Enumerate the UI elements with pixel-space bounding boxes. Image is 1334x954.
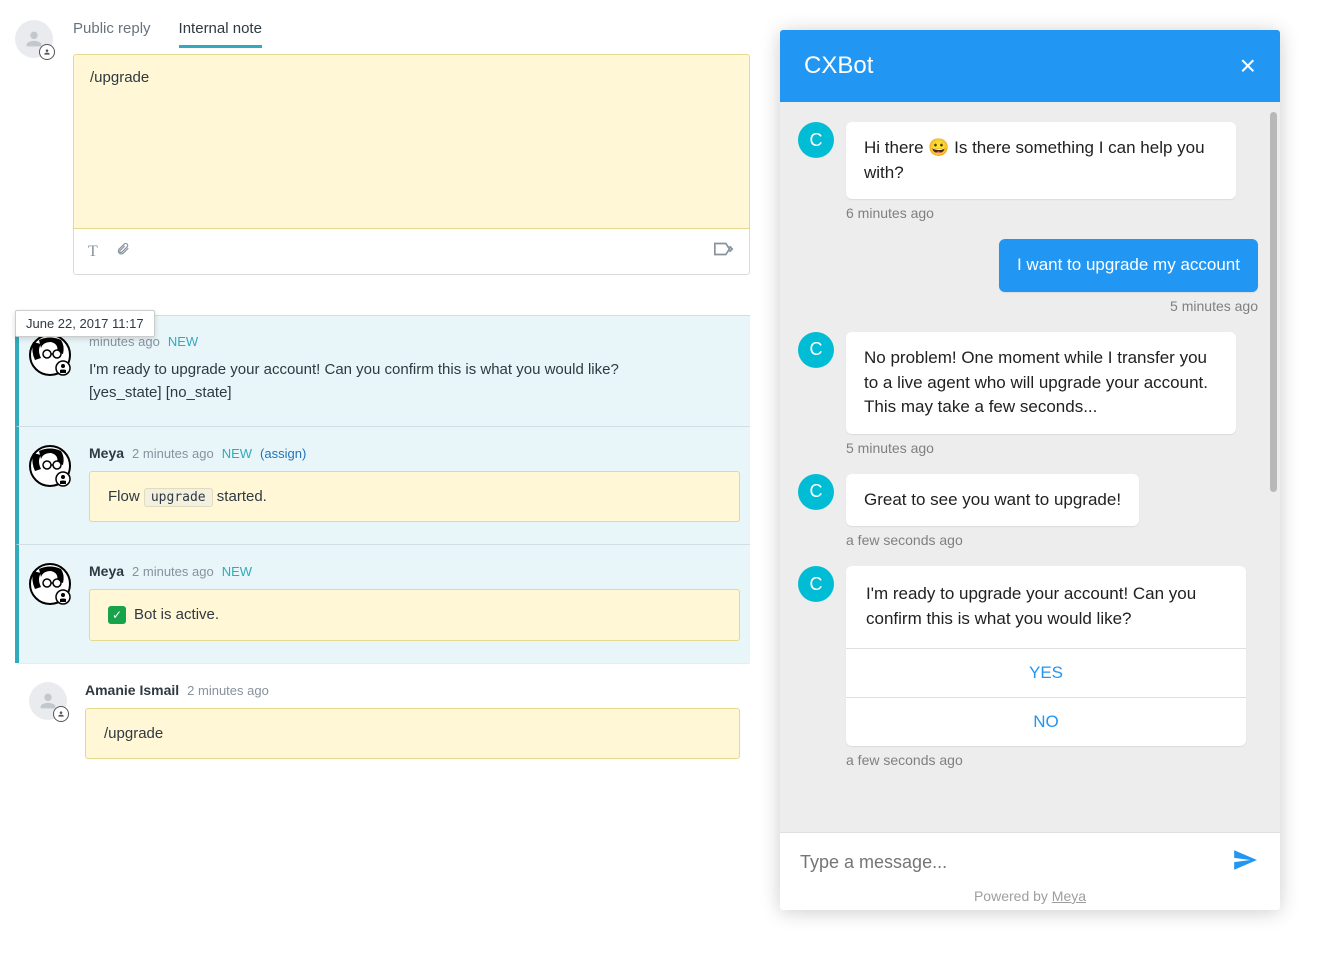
entry-author: Meya bbox=[89, 563, 124, 579]
user-badge-icon bbox=[53, 706, 69, 722]
meya-avatar bbox=[29, 445, 71, 487]
message-time: 5 minutes ago bbox=[798, 298, 1258, 314]
chat-message-bot: C Great to see you want to upgrade! bbox=[798, 474, 1272, 527]
chat-message-bot: C No problem! One moment while I transfe… bbox=[798, 332, 1272, 434]
message-card: I'm ready to upgrade your account! Can y… bbox=[846, 566, 1246, 745]
conversation-log: June 22, 2017 11:17 minutes ago NEW I'm … bbox=[15, 315, 750, 781]
card-no-button[interactable]: NO bbox=[846, 697, 1246, 746]
entry-author: Meya bbox=[89, 445, 124, 461]
composer-tabs: Public reply Internal note bbox=[73, 20, 750, 48]
internal-note: /upgrade bbox=[85, 708, 740, 759]
entry-author: Amanie Ismail bbox=[85, 682, 179, 698]
tab-public-reply[interactable]: Public reply bbox=[73, 20, 151, 48]
entry-time: 2 minutes ago bbox=[187, 683, 269, 698]
attachment-icon[interactable] bbox=[116, 240, 130, 263]
message-time: 6 minutes ago bbox=[846, 205, 1272, 221]
agent-avatar bbox=[15, 20, 53, 58]
message-bubble: I want to upgrade my account bbox=[999, 239, 1258, 292]
internal-note: ✓Bot is active. bbox=[89, 589, 740, 641]
message-time: a few seconds ago bbox=[846, 752, 1272, 768]
scrollbar[interactable] bbox=[1270, 112, 1277, 492]
new-tag: NEW bbox=[222, 564, 252, 579]
entry-time: 2 minutes ago bbox=[132, 446, 214, 461]
new-tag: NEW bbox=[168, 334, 198, 349]
card-text: I'm ready to upgrade your account! Can y… bbox=[846, 566, 1246, 647]
chat-title: CXBot bbox=[804, 52, 873, 80]
chat-message-bot: C Hi there 😀 Is there something I can he… bbox=[798, 122, 1272, 199]
user-avatar bbox=[29, 682, 67, 720]
chat-widget: CXBot × C Hi there 😀 Is there something … bbox=[780, 30, 1280, 910]
bot-avatar: C bbox=[798, 566, 834, 602]
chat-footer: Powered by Meya bbox=[780, 832, 1280, 910]
chat-message-card: C I'm ready to upgrade your account! Can… bbox=[798, 566, 1272, 745]
composer: Public reply Internal note /upgrade T bbox=[15, 20, 750, 275]
message-bubble: Great to see you want to upgrade! bbox=[846, 474, 1139, 527]
chat-body[interactable]: C Hi there 😀 Is there something I can he… bbox=[780, 102, 1280, 832]
agent-badge-icon bbox=[39, 44, 55, 60]
send-icon[interactable] bbox=[1230, 847, 1260, 878]
message-bubble: No problem! One moment while I transfer … bbox=[846, 332, 1236, 434]
tab-internal-note[interactable]: Internal note bbox=[179, 20, 262, 48]
meya-link[interactable]: Meya bbox=[1052, 888, 1086, 904]
timestamp-tooltip: June 22, 2017 11:17 bbox=[15, 310, 155, 337]
log-entry: June 22, 2017 11:17 minutes ago NEW I'm … bbox=[15, 315, 750, 427]
text-format-icon[interactable]: T bbox=[88, 243, 98, 261]
chat-message-user: I want to upgrade my account bbox=[798, 239, 1272, 292]
log-entry: Amanie Ismail 2 minutes ago /upgrade bbox=[15, 663, 750, 781]
internal-note: Flow upgrade started. bbox=[89, 471, 740, 522]
check-icon: ✓ bbox=[108, 606, 126, 624]
ticket-pane: Public reply Internal note /upgrade T bbox=[0, 0, 760, 954]
new-tag: NEW bbox=[222, 446, 252, 461]
message-time: a few seconds ago bbox=[846, 532, 1272, 548]
chat-input[interactable] bbox=[800, 852, 1230, 873]
entry-text: I'm ready to upgrade your account! Can y… bbox=[89, 359, 740, 404]
card-yes-button[interactable]: YES bbox=[846, 648, 1246, 697]
chat-pane: CXBot × C Hi there 😀 Is there something … bbox=[760, 0, 1334, 954]
flow-name-chip: upgrade bbox=[144, 488, 213, 507]
close-icon[interactable]: × bbox=[1240, 50, 1256, 82]
bot-avatar: C bbox=[798, 332, 834, 368]
meya-avatar bbox=[29, 334, 71, 376]
chat-header: CXBot × bbox=[780, 30, 1280, 102]
composer-toolbar: T bbox=[73, 229, 750, 275]
macro-icon[interactable] bbox=[713, 240, 735, 263]
message-bubble: Hi there 😀 Is there something I can help… bbox=[846, 122, 1236, 199]
entry-time: 2 minutes ago bbox=[132, 564, 214, 579]
meya-avatar bbox=[29, 563, 71, 605]
assign-link[interactable]: (assign) bbox=[260, 446, 306, 461]
log-entry: Meya 2 minutes ago NEW (assign) Flow upg… bbox=[15, 427, 750, 545]
log-entry: Meya 2 minutes ago NEW ✓Bot is active. bbox=[15, 545, 750, 663]
powered-by: Powered by Meya bbox=[800, 888, 1260, 904]
bot-avatar: C bbox=[798, 122, 834, 158]
bot-avatar: C bbox=[798, 474, 834, 510]
internal-note-textarea[interactable]: /upgrade bbox=[73, 54, 750, 229]
message-time: 5 minutes ago bbox=[846, 440, 1272, 456]
